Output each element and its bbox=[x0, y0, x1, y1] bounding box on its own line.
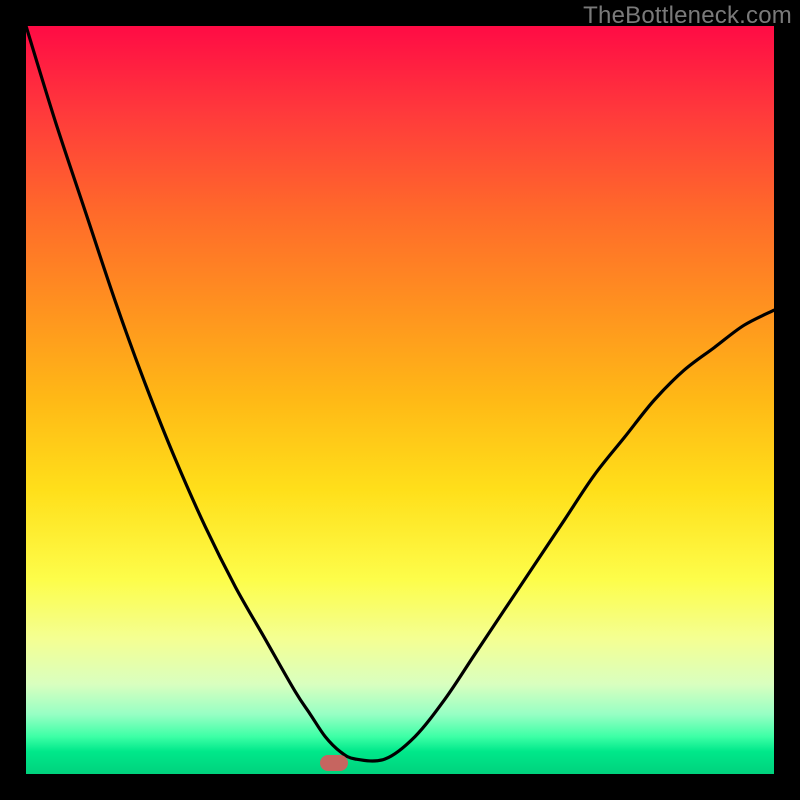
chart-frame: TheBottleneck.com bbox=[0, 0, 800, 800]
optimum-marker bbox=[320, 755, 348, 771]
curve-layer bbox=[26, 26, 774, 774]
bottleneck-curve bbox=[26, 26, 774, 761]
watermark-text: TheBottleneck.com bbox=[583, 2, 792, 30]
